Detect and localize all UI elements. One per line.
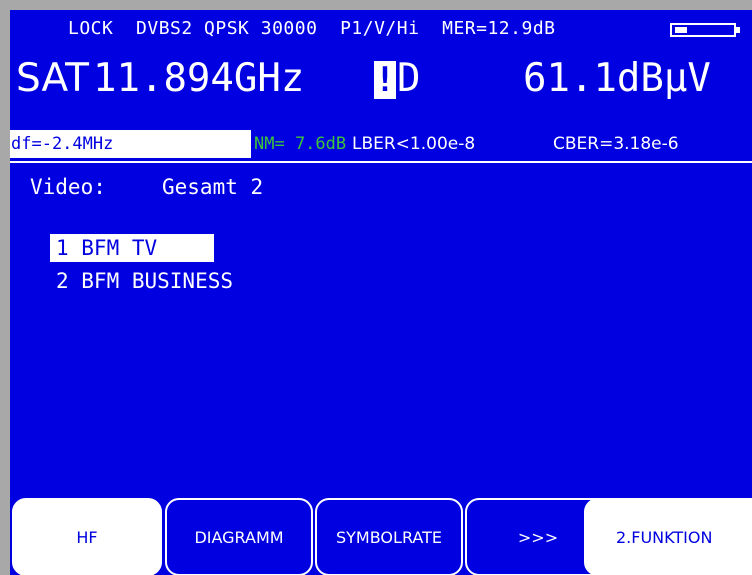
level-readout: 61.1dBμV (523, 56, 711, 101)
polarization-label: D (397, 56, 421, 101)
divider (10, 161, 752, 163)
analyzer-screen: LOCK DVBS2 QPSK 30000 P1/V/Hi MER=12.9dB… (10, 10, 752, 575)
frequency-readout: 11.894GHz (93, 56, 305, 101)
measurement-line: df=-2.4MHz NM= 7.6dB LBER<1.00e-8 CBER=3… (10, 130, 752, 160)
lber-readout: LBER<1.00e-8 (352, 134, 476, 154)
program-item[interactable]: 2 BFM BUSINESS (56, 267, 233, 295)
battery-icon (670, 23, 740, 37)
second-function-softkey[interactable]: 2.FUNKTION (584, 498, 752, 575)
program-item-selected[interactable]: 1 BFM TV (50, 234, 214, 262)
video-label: Video: (30, 175, 106, 199)
lock-indicator: ! (374, 60, 396, 100)
battery-level (675, 27, 687, 33)
frequency-offset: df=-2.4MHz (10, 130, 251, 158)
band-label: SAT (16, 56, 89, 101)
status-line: LOCK DVBS2 QPSK 30000 P1/V/Hi MER=12.9dB (68, 18, 556, 39)
battery-terminal (736, 27, 740, 33)
diagramm-softkey[interactable]: DIAGRAMM (165, 498, 313, 575)
hf-softkey[interactable]: HF (12, 498, 162, 575)
cber-readout: CBER=3.18e-6 (553, 134, 679, 154)
video-value: Gesamt 2 (162, 175, 264, 199)
symbolrate-softkey[interactable]: SYMBOLRATE (315, 498, 463, 575)
noise-margin: NM= 7.6dB (254, 134, 347, 154)
